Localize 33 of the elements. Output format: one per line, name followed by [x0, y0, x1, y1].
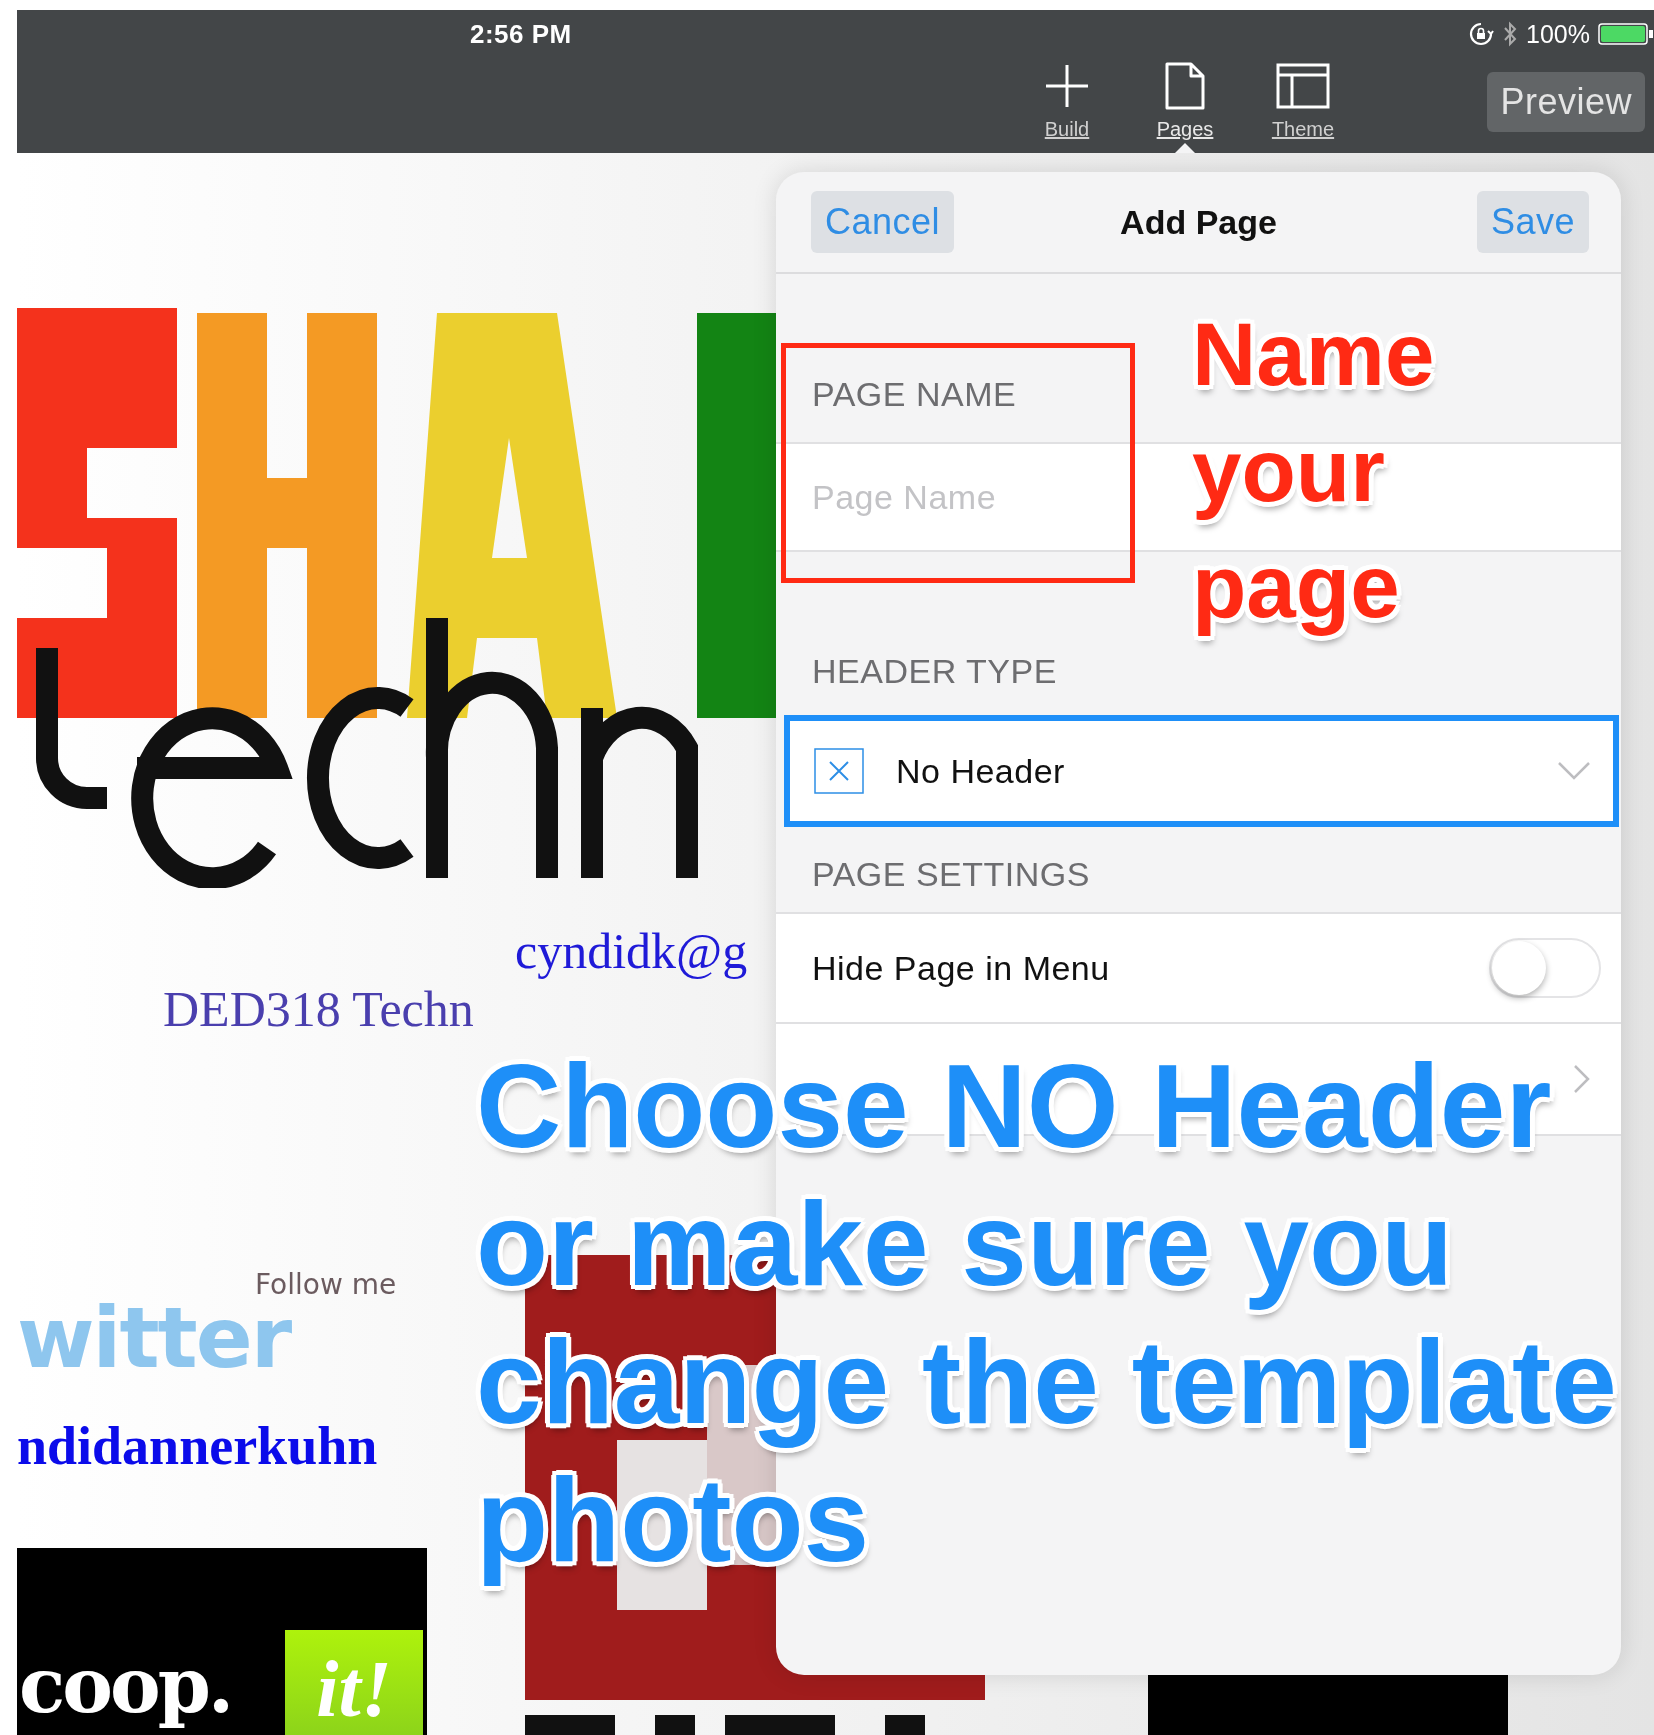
- setting-label: Hide Page in Menu: [812, 948, 1110, 988]
- preview-button[interactable]: Preview: [1487, 72, 1645, 132]
- header-type-dropdown[interactable]: No Header: [784, 715, 1619, 827]
- section-label: PAGE SETTINGS: [812, 854, 1091, 895]
- logo-accent: it!: [285, 1630, 423, 1735]
- annotation-text: Name: [1192, 303, 1435, 406]
- plus-icon: [1044, 63, 1090, 109]
- dropdown-value: No Header: [896, 751, 1066, 791]
- bluetooth-icon: [1502, 20, 1519, 48]
- annotation-text: page: [1192, 535, 1400, 638]
- chevron-right-icon[interactable]: [1573, 1064, 1591, 1094]
- twitter-handle: ndidannerkuhn: [17, 1415, 378, 1477]
- status-time: 2:56 PM: [470, 18, 572, 50]
- battery-icon: [1598, 23, 1654, 45]
- section-label: HEADER TYPE: [812, 651, 1058, 692]
- toolbar-tab[interactable]: Build: [1017, 60, 1117, 153]
- rotation-lock-icon: [1468, 21, 1495, 47]
- no-header-icon: [814, 748, 864, 794]
- section-label: PAGE NAME: [812, 374, 1018, 415]
- panel-title: Add Page: [1120, 202, 1277, 241]
- page-icon: [1165, 62, 1205, 110]
- email-address: cyndidk@g: [515, 922, 748, 980]
- annotation-text: Choose NO Header: [476, 1042, 1552, 1170]
- annotation-text: or make sure you: [476, 1180, 1454, 1308]
- toolbar-tab[interactable]: Theme: [1253, 60, 1353, 153]
- toggle-switch[interactable]: [1489, 938, 1601, 998]
- annotation-text: your: [1192, 419, 1385, 522]
- logo-wordmark: coop.: [19, 1639, 232, 1731]
- chevron-down-icon: [1557, 761, 1591, 781]
- battery-percent: 100%: [1526, 19, 1590, 49]
- layout-icon: [1276, 63, 1330, 109]
- course-title: DED318 Techn: [163, 980, 474, 1038]
- page-name-field[interactable]: Page Name: [812, 473, 1112, 521]
